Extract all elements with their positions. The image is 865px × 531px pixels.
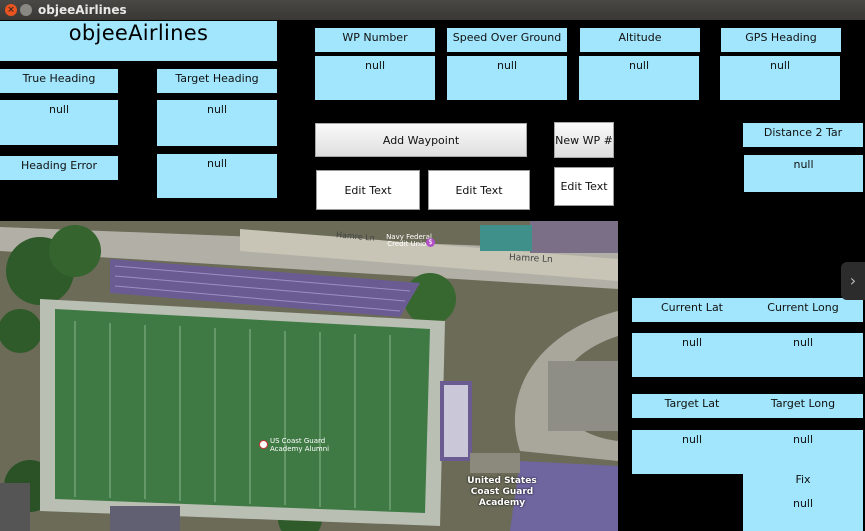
distance-to-target-value: null	[744, 155, 863, 192]
window-titlebar: × objeeAirlines	[0, 0, 865, 20]
new-wp-button[interactable]: New WP #	[554, 122, 614, 158]
app-name: objeeAirlines	[0, 21, 277, 61]
target-heading-label: Target Heading	[157, 69, 277, 93]
side-panel-tab[interactable]: ›	[841, 262, 865, 300]
current-lat-value: null	[632, 333, 752, 377]
close-window-button[interactable]: ×	[5, 4, 17, 16]
gps-heading-value: null	[720, 56, 840, 100]
gps-heading-label: GPS Heading	[721, 28, 841, 52]
bank-marker-icon[interactable]: $	[426, 238, 435, 247]
edit-text-field-1[interactable]: Edit Text	[316, 170, 420, 210]
target-lat-value: null	[632, 430, 752, 474]
heading-error-label: Heading Error	[0, 156, 118, 180]
current-long-value: null	[743, 333, 863, 377]
window-title: objeeAirlines	[38, 3, 127, 17]
minimize-window-button[interactable]	[20, 4, 32, 16]
academy-label: United States Coast Guard Academy	[467, 476, 537, 508]
wp-number-value: null	[315, 56, 435, 100]
target-lat-label: Target Lat	[632, 394, 752, 418]
edit-text-field-3[interactable]: Edit Text	[554, 167, 614, 206]
current-long-label: Current Long	[743, 298, 863, 322]
alumni-label: US Coast Guard Academy Alumni	[270, 437, 330, 453]
distance-to-target-label: Distance 2 Tar	[743, 123, 863, 147]
close-icon: ×	[7, 5, 15, 15]
current-lat-label: Current Lat	[632, 298, 752, 322]
add-waypoint-button[interactable]: Add Waypoint	[315, 123, 527, 157]
target-heading-value: null	[157, 100, 277, 146]
altitude-label: Altitude	[580, 28, 700, 52]
target-long-label: Target Long	[743, 394, 863, 418]
true-heading-value: null	[0, 100, 118, 145]
satellite-map[interactable]: Navy Federal Credit Union $ Hamre Ln Ham…	[0, 221, 618, 531]
speed-over-ground-value: null	[447, 56, 567, 100]
heading-error-value: null	[157, 154, 277, 198]
chevron-right-icon: ›	[849, 271, 857, 290]
location-pin-icon[interactable]	[259, 440, 268, 449]
fix-label: Fix	[795, 473, 811, 486]
football-field	[55, 309, 430, 513]
fix-value: null	[792, 497, 814, 510]
edit-text-field-2[interactable]: Edit Text	[428, 170, 530, 210]
wp-number-label: WP Number	[315, 28, 435, 52]
speed-over-ground-label: Speed Over Ground	[447, 28, 567, 52]
target-long-value-text: null	[792, 433, 814, 446]
altitude-value: null	[579, 56, 699, 100]
true-heading-label: True Heading	[0, 69, 118, 93]
